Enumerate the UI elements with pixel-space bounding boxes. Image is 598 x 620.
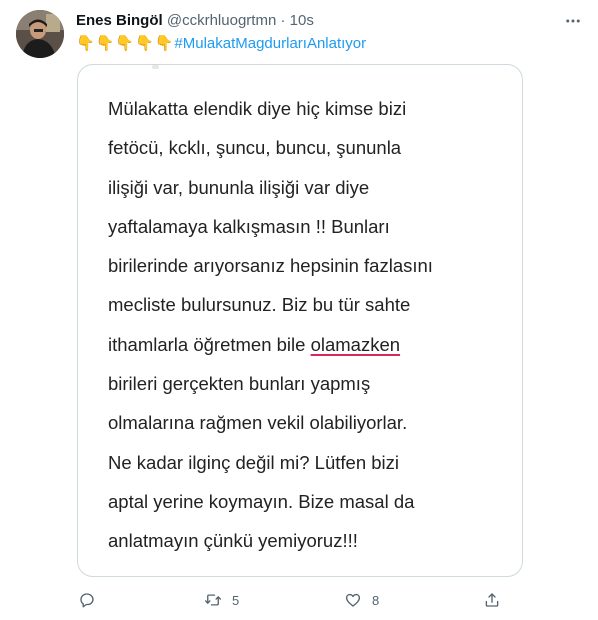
avatar[interactable] xyxy=(16,10,64,58)
share-button[interactable] xyxy=(483,588,511,612)
more-button[interactable] xyxy=(560,8,586,34)
image-top-mark xyxy=(152,65,159,69)
like-count: 8 xyxy=(372,592,380,608)
hashtag-link[interactable]: #MulakatMagdurlarıAnlatıyor xyxy=(174,35,366,52)
tweet[interactable]: Enes Bingöl @cckrhluogrtmn · 10s 👇👇👇👇👇#M… xyxy=(0,0,598,620)
reply-button[interactable] xyxy=(78,588,106,612)
note-text-part-2: birileri gerçekten bunları yapmış olmala… xyxy=(108,373,415,552)
avatar-image xyxy=(16,10,64,58)
more-icon xyxy=(566,19,580,23)
retweet-icon xyxy=(204,594,222,606)
like-button[interactable]: 8 xyxy=(344,588,379,612)
author-name[interactable]: Enes Bingöl xyxy=(76,12,163,29)
note-text: Mülakatta elendik diye hiç kimse bizi fe… xyxy=(108,89,508,561)
tweet-actions: 5 8 xyxy=(76,588,516,612)
note-text-part-1: Mülakatta elendik diye hiç kimse bizi fe… xyxy=(108,98,433,355)
share-icon xyxy=(485,593,499,607)
tweet-text: 👇👇👇👇👇#MulakatMagdurlarıAnlatıyor xyxy=(76,34,366,54)
author-handle[interactable]: @cckrhluogrtmn xyxy=(167,12,276,29)
retweet-count: 5 xyxy=(232,592,240,608)
note-underlined-word: olamazken xyxy=(310,333,401,355)
retweet-button[interactable]: 5 xyxy=(204,588,239,612)
separator-dot: · xyxy=(280,12,286,29)
reply-icon xyxy=(80,593,94,608)
tweet-header: Enes Bingöl @cckrhluogrtmn · 10s xyxy=(76,11,582,33)
pointing-down-emojis: 👇👇👇👇👇 xyxy=(76,35,175,52)
tweet-image[interactable]: Mülakatta elendik diye hiç kimse bizi fe… xyxy=(77,64,523,577)
tweet-timestamp[interactable]: 10s xyxy=(290,12,314,29)
heart-icon xyxy=(345,593,361,607)
